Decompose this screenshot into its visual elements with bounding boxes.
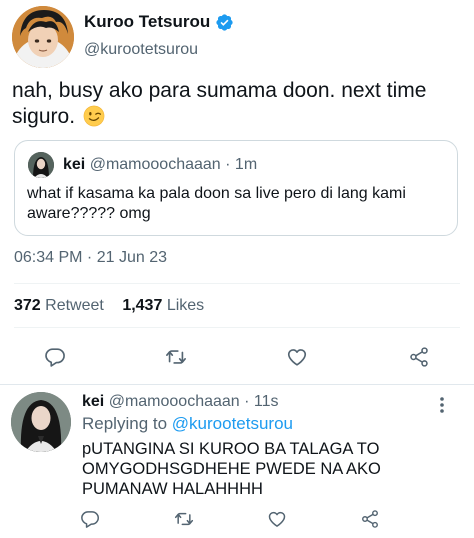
reply-tweet[interactable]: kei @mamooochaaan · 11s Replying to @kur…	[0, 385, 474, 538]
author-name[interactable]: Kuroo Tetsurou	[84, 12, 210, 32]
like-icon[interactable]	[267, 509, 287, 529]
reply-author-name[interactable]: kei	[82, 393, 104, 410]
retweet-count: 372	[14, 297, 41, 314]
quoted-author-handle: @mamooochaaan	[89, 156, 221, 173]
reply-time: · 11s	[244, 393, 279, 410]
main-action-bar	[0, 346, 474, 372]
verified-badge-icon	[215, 13, 234, 32]
replying-to: Replying to @kurootetsurou	[82, 414, 293, 434]
quoted-header: kei @mamooochaaan · 1m	[63, 156, 257, 174]
replying-to-mention[interactable]: @kurootetsurou	[172, 414, 293, 433]
divider	[14, 283, 460, 284]
reply-header: kei @mamooochaaan · 11s	[82, 393, 279, 411]
more-options-icon[interactable]	[434, 395, 450, 415]
reply-icon[interactable]	[44, 346, 66, 368]
reply-text: pUTANGINA SI KUROO BA TALAGA TO OMYGODHS…	[82, 440, 381, 498]
author-avatar[interactable]	[12, 6, 74, 68]
replying-to-label: Replying to	[82, 414, 168, 433]
likes-count: 1,437	[122, 297, 163, 314]
quoted-text: what if kasama ka pala doon sa live pero…	[27, 185, 406, 222]
reply-action-bar	[0, 509, 474, 535]
tweet-text: nah, busy ako para sumama doon. next tim…	[12, 78, 462, 130]
divider	[14, 327, 460, 328]
share-icon[interactable]	[360, 509, 380, 529]
wink-emoji-icon	[83, 105, 105, 127]
tweet-stats: 372 Retweet 1,437 Likes	[14, 297, 204, 315]
reply-author-handle[interactable]: @mamooochaaan	[109, 393, 240, 410]
quoted-tweet-card[interactable]: kei @mamooochaaan · 1m what if kasama ka…	[14, 140, 458, 236]
share-icon[interactable]	[408, 346, 430, 368]
quoted-time: · 1m	[225, 156, 258, 173]
quoted-author-name: kei	[63, 156, 86, 173]
retweet-label: Retweet	[45, 297, 104, 314]
main-tweet: Kuroo Tetsurou @kurootetsurou nah, busy …	[0, 0, 474, 385]
likes-label: Likes	[166, 297, 205, 314]
reply-icon[interactable]	[80, 509, 100, 529]
like-icon[interactable]	[286, 346, 308, 368]
tweet-timestamp[interactable]: 06:34 PM · 21 Jun 23	[14, 249, 167, 267]
tweet-text-body: nah, busy ako para sumama doon. next tim…	[12, 79, 427, 128]
retweet-icon[interactable]	[174, 509, 194, 529]
likes-stat[interactable]: 1,437 Likes	[122, 297, 204, 314]
reply-author-avatar[interactable]	[11, 392, 71, 452]
author-handle[interactable]: @kurootetsurou	[84, 41, 198, 59]
author-name-row[interactable]: Kuroo Tetsurou	[84, 12, 234, 32]
quoted-author-avatar	[28, 152, 54, 178]
retweet-icon[interactable]	[165, 346, 187, 368]
retweet-stat[interactable]: 372 Retweet	[14, 297, 108, 314]
